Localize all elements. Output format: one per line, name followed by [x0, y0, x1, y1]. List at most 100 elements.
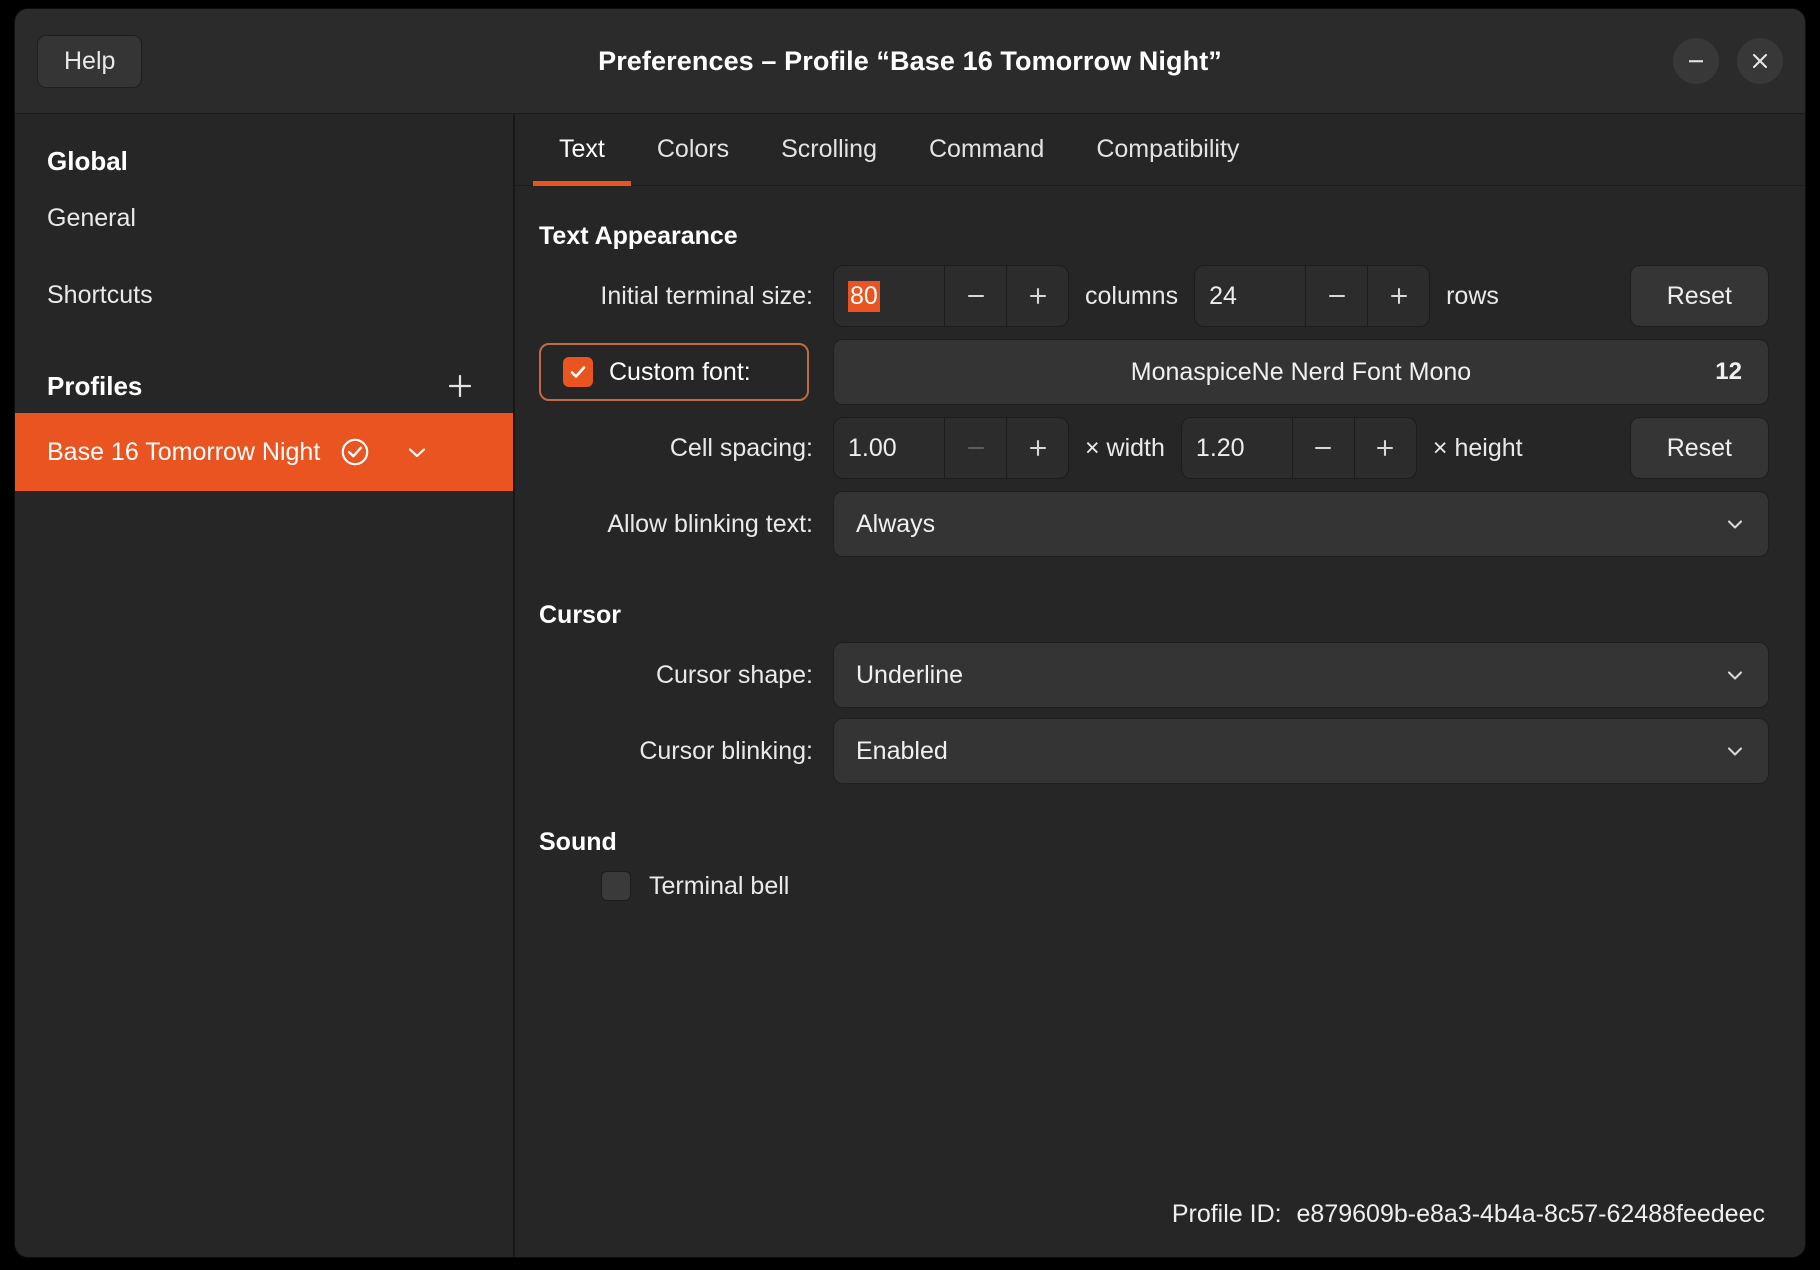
minimize-icon: [1689, 60, 1703, 63]
sidebar-item-general-label: General: [47, 204, 136, 232]
columns-unit-label: columns: [1085, 281, 1179, 310]
columns-value: 80: [848, 280, 880, 312]
font-name-value: MonaspiceNe Nerd Font Mono: [1130, 357, 1472, 386]
tab-command[interactable]: Command: [903, 114, 1070, 185]
cell-width-increment-button[interactable]: [1006, 418, 1068, 478]
text-appearance-heading: Text Appearance: [539, 222, 738, 250]
chevron-down-icon: [1727, 520, 1743, 529]
close-button[interactable]: [1737, 38, 1783, 84]
rows-decrement-button[interactable]: [1305, 266, 1367, 326]
sound-heading: Sound: [539, 828, 617, 856]
minus-icon: [967, 294, 984, 298]
cell-height-increment-button[interactable]: [1353, 418, 1416, 478]
allow-blinking-text-chevron: [1722, 511, 1748, 537]
profile-id-value: e879609b-e8a3-4b4a-8c57-62488feedeec: [1296, 1200, 1765, 1228]
tab-bar: Text Colors Scrolling Command Compatibil…: [515, 114, 1805, 186]
terminal-bell-checkbox[interactable]: [601, 871, 631, 901]
tab-compatibility[interactable]: Compatibility: [1070, 114, 1265, 185]
sidebar-profile-base-16-tomorrow-night[interactable]: Base 16 Tomorrow Night: [15, 413, 513, 491]
plus-icon: [1029, 287, 1046, 305]
sidebar-profiles-title: Profiles: [47, 370, 143, 401]
cell-width-spinner[interactable]: 1.00: [833, 417, 1069, 479]
initial-terminal-size-label: Initial terminal size:: [600, 281, 813, 310]
sidebar-global-header: Global: [15, 128, 513, 187]
tab-colors[interactable]: Colors: [631, 114, 755, 185]
columns-input[interactable]: 80: [834, 266, 944, 326]
checkmark-icon: [570, 366, 586, 378]
cursor-blinking-label: Cursor blinking:: [639, 736, 813, 765]
text-settings-panel: Text Appearance Initial terminal size: 8…: [515, 186, 1805, 1257]
sidebar-item-shortcuts-label: Shortcuts: [47, 281, 153, 309]
rows-unit-label: rows: [1446, 281, 1499, 310]
custom-font-label: Custom font:: [609, 357, 751, 386]
window-title: Preferences – Profile “Base 16 Tomorrow …: [598, 45, 1222, 76]
cell-width-unit-label: × width: [1085, 433, 1165, 462]
window-header-bar: Help Preferences – Profile “Base 16 Tomo…: [15, 9, 1805, 114]
cursor-shape-value: Underline: [856, 660, 964, 689]
sidebar-global-title: Global: [47, 146, 128, 176]
sidebar: Global General Shortcuts Profiles Base 1…: [15, 114, 515, 1257]
tab-scrolling[interactable]: Scrolling: [755, 114, 903, 185]
custom-font-checkbox[interactable]: [563, 357, 593, 387]
cell-height-value: 1.20: [1195, 433, 1245, 462]
sidebar-item-general[interactable]: General: [15, 187, 513, 250]
minus-icon: [1315, 446, 1332, 450]
chevron-down-icon: [1727, 747, 1743, 756]
sidebar-profile-label: Base 16 Tomorrow Night: [47, 437, 321, 466]
columns-spinner[interactable]: 80: [833, 265, 1069, 327]
profile-id-label: Profile ID:: [1171, 1200, 1282, 1228]
plus-icon: [1377, 439, 1394, 457]
profile-menu-button[interactable]: [402, 437, 432, 467]
columns-decrement-button[interactable]: [944, 266, 1006, 326]
cell-height-input[interactable]: 1.20: [1182, 418, 1292, 478]
chevron-down-icon: [409, 448, 426, 458]
cursor-heading: Cursor: [539, 601, 621, 629]
cursor-shape-chevron: [1722, 662, 1748, 688]
help-button[interactable]: Help: [37, 34, 143, 88]
terminal-size-reset-button[interactable]: Reset: [1629, 265, 1769, 327]
cursor-shape-dropdown[interactable]: Underline: [833, 642, 1769, 708]
allow-blinking-text-dropdown[interactable]: Always: [833, 491, 1769, 557]
cell-height-decrement-button[interactable]: [1291, 418, 1354, 478]
cell-height-spinner[interactable]: 1.20: [1180, 417, 1417, 479]
cell-width-decrement-button[interactable]: [944, 418, 1006, 478]
font-chooser-button[interactable]: MonaspiceNe Nerd Font Mono 12: [833, 339, 1769, 405]
allow-blinking-text-row: Allow blinking text: Always: [539, 491, 1769, 557]
cell-spacing-row: Cell spacing: 1.00 × width 1.20 × height…: [539, 415, 1769, 481]
cell-spacing-reset-button[interactable]: Reset: [1629, 417, 1769, 479]
plus-icon: [448, 374, 472, 398]
close-icon: [1752, 53, 1768, 69]
rows-input[interactable]: 24: [1195, 266, 1305, 326]
chevron-down-icon: [1727, 671, 1743, 680]
custom-font-checkbox-frame[interactable]: Custom font:: [539, 343, 809, 401]
sidebar-profiles-header: Profiles: [15, 351, 513, 413]
sidebar-item-shortcuts[interactable]: Shortcuts: [15, 264, 513, 327]
default-profile-button[interactable]: [338, 435, 372, 469]
terminal-bell-row[interactable]: Terminal bell: [539, 871, 1769, 901]
cell-width-input[interactable]: 1.00: [834, 418, 944, 478]
allow-blinking-text-value: Always: [856, 509, 936, 538]
columns-increment-button[interactable]: [1006, 266, 1068, 326]
cell-height-unit-label: × height: [1432, 433, 1523, 462]
cursor-blinking-chevron: [1722, 738, 1748, 764]
check-circle-icon: [341, 438, 369, 466]
initial-terminal-size-row: Initial terminal size: 80 columns 24 row…: [539, 263, 1769, 329]
rows-increment-button[interactable]: [1367, 266, 1429, 326]
allow-blinking-text-label: Allow blinking text:: [607, 509, 813, 538]
terminal-bell-label: Terminal bell: [649, 871, 790, 900]
rows-spinner[interactable]: 24: [1194, 265, 1431, 327]
minus-icon: [967, 446, 984, 450]
tab-text[interactable]: Text: [533, 114, 631, 186]
content-area: Text Colors Scrolling Command Compatibil…: [515, 114, 1805, 1257]
plus-icon: [1029, 439, 1046, 457]
preferences-window: Help Preferences – Profile “Base 16 Tomo…: [14, 8, 1806, 1258]
rows-value: 24: [1209, 281, 1237, 310]
minimize-button[interactable]: [1673, 38, 1719, 84]
window-controls: [1673, 38, 1783, 84]
add-profile-button[interactable]: [443, 369, 477, 403]
cursor-blinking-dropdown[interactable]: Enabled: [833, 718, 1769, 784]
cell-spacing-label: Cell spacing:: [669, 433, 813, 462]
cursor-blinking-value: Enabled: [856, 736, 948, 765]
font-size-value: 12: [1715, 358, 1742, 385]
